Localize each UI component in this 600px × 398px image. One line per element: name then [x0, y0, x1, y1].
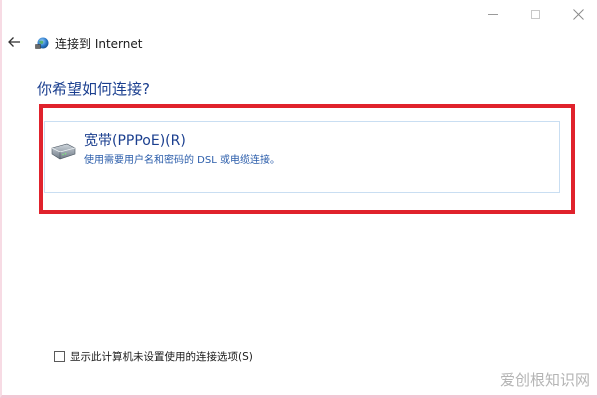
show-unconfigured-options-row[interactable]: 显示此计算机未设置使用的连接选项(S) [54, 349, 253, 364]
show-unconfigured-options-checkbox[interactable] [54, 351, 65, 362]
window-controls [471, 0, 600, 30]
minimize-icon [487, 13, 498, 15]
option-title: 宽带(PPPoE)(R) [84, 133, 186, 149]
option-description: 使用需要用户名和密码的 DSL 或电缆连接。 [84, 155, 280, 166]
page-heading: 你希望如何连接? [37, 80, 150, 98]
modem-icon [51, 143, 76, 160]
maximize-icon [531, 9, 540, 19]
checkbox-label: 显示此计算机未设置使用的连接选项(S) [70, 351, 253, 363]
window-title: 连接到 Internet [55, 37, 143, 51]
close-icon [573, 8, 584, 20]
maximize-button[interactable] [514, 0, 557, 28]
network-globe-icon [35, 37, 49, 49]
back-arrow-icon[interactable] [7, 35, 21, 49]
minimize-button[interactable] [471, 0, 514, 28]
watermark-logo-text: 爱创根知识网 [499, 371, 590, 389]
close-button[interactable] [557, 0, 600, 28]
